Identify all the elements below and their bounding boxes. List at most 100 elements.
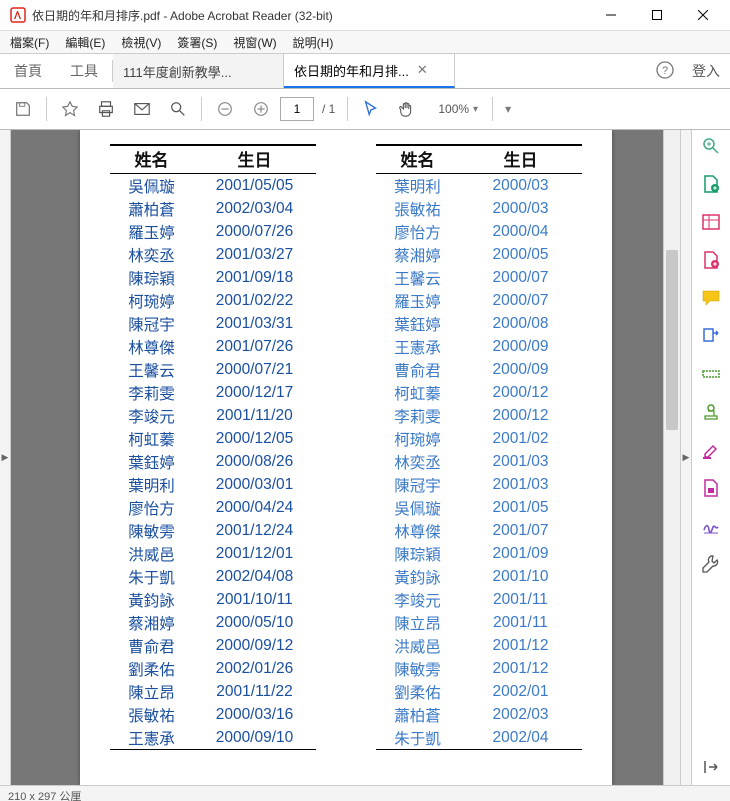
separator [347,97,348,121]
close-button[interactable] [680,0,726,30]
export-icon[interactable] [701,326,721,346]
cell-bday: 2000/09 [460,358,582,381]
more-tools-dropdown[interactable]: ▾ [505,102,511,116]
cell-bday: 2001/11 [460,588,582,611]
table-row: 劉柔佑2002/01/26 [110,657,316,680]
zoom-in-icon[interactable] [244,92,278,126]
cell-bday: 2001/03 [460,473,582,496]
search-plus-icon[interactable] [701,136,721,156]
table-row: 李竣元2001/11/20 [110,404,316,427]
sign-icon[interactable] [701,516,721,536]
left-panel-toggle[interactable]: ▶ [0,130,11,785]
col-name: 姓名 [376,145,460,174]
tab-tools[interactable]: 工具 [56,54,112,88]
table-row: 柯琬婷2001/02/22 [110,289,316,312]
cell-bday: 2000/12/17 [194,381,316,404]
cell-bday: 2002/04 [460,726,582,750]
zoom-level[interactable]: 100% [438,102,469,116]
cell-name: 王憲承 [110,726,194,750]
search-icon[interactable] [161,92,195,126]
table-row: 蕭柏蒼2002/03 [376,703,582,726]
cell-name: 蕭柏蒼 [376,703,460,726]
scrollbar-thumb[interactable] [666,250,678,430]
cell-name: 廖怡方 [376,220,460,243]
menu-bar: 檔案(F) 編輯(E) 檢視(V) 簽署(S) 視窗(W) 說明(H) [0,31,730,54]
cell-bday: 2001/07/26 [194,335,316,358]
cell-name: 葉鈺婷 [376,312,460,335]
table-row: 葉明利2000/03 [376,174,582,198]
document-viewport[interactable]: 姓名 生日 吳佩璇2001/05/05蕭柏蒼2002/03/04羅玉婷2000/… [11,130,680,785]
cell-name: 蔡湘婷 [110,611,194,634]
cell-name: 林尊傑 [376,519,460,542]
cell-bday: 2001/12/24 [194,519,316,542]
menu-view[interactable]: 檢視(V) [117,33,165,52]
table-row: 朱于凱2002/04 [376,726,582,750]
table-row: 陳立昂2001/11 [376,611,582,634]
highlight-icon[interactable] [701,440,721,460]
select-tool-icon[interactable] [354,92,388,126]
doc-tab-1[interactable]: 111年度創新教學... [113,54,284,88]
stamp-icon[interactable] [701,402,721,422]
zoom-dropdown-icon[interactable]: ▾ [473,104,478,115]
more-tools-icon[interactable] [701,554,721,574]
layout-icon[interactable] [701,212,721,232]
cell-bday: 2000/12 [460,404,582,427]
save-file-icon[interactable] [701,478,721,498]
cell-name: 李竣元 [110,404,194,427]
collapse-panel-icon[interactable] [701,757,721,777]
email-icon[interactable] [125,92,159,126]
minimize-button[interactable] [588,0,634,30]
cell-bday: 2001/03/27 [194,243,316,266]
cell-bday: 2001/10/11 [194,588,316,611]
menu-window[interactable]: 視窗(W) [229,33,280,52]
doc-tab-2[interactable]: 依日期的年和月排... ✕ [284,54,455,88]
page-number-input[interactable] [280,97,314,121]
cell-bday: 2000/05 [460,243,582,266]
star-icon[interactable] [53,92,87,126]
cell-name: 曹俞君 [110,634,194,657]
cell-name: 李竣元 [376,588,460,611]
table-row: 王馨云2000/07 [376,266,582,289]
right-panel-toggle[interactable]: ▶ [680,130,691,785]
table-row: 陳冠宇2001/03 [376,473,582,496]
cell-name: 黃鈞詠 [110,588,194,611]
cell-bday: 2001/07 [460,519,582,542]
cell-bday: 2000/08 [460,312,582,335]
cell-name: 陳冠宇 [376,473,460,496]
menu-edit[interactable]: 編輯(E) [61,33,109,52]
cell-bday: 2001/09/18 [194,266,316,289]
cell-name: 廖怡方 [110,496,194,519]
cell-bday: 2000/12/05 [194,427,316,450]
maximize-button[interactable] [634,0,680,30]
menu-file[interactable]: 檔案(F) [6,33,53,52]
menu-help[interactable]: 說明(H) [289,33,338,52]
help-icon[interactable]: ? [656,61,674,82]
zoom-out-icon[interactable] [208,92,242,126]
close-tab-icon[interactable]: ✕ [417,62,428,78]
menu-sign[interactable]: 簽署(S) [173,33,221,52]
tab-home[interactable]: 首頁 [0,54,56,88]
comment-icon[interactable] [701,288,721,308]
cell-bday: 2002/01/26 [194,657,316,680]
cell-bday: 2000/09 [460,335,582,358]
print-icon[interactable] [89,92,123,126]
create-pdf-icon[interactable] [701,174,721,194]
cell-bday: 2001/11 [460,611,582,634]
vertical-scrollbar[interactable] [663,130,680,785]
col-bday: 生日 [460,145,582,174]
hand-tool-icon[interactable] [390,92,424,126]
login-button[interactable]: 登入 [692,61,720,81]
table-row: 林尊傑2001/07 [376,519,582,542]
cell-name: 蔡湘婷 [376,243,460,266]
cell-name: 葉鈺婷 [110,450,194,473]
cell-bday: 2001/02/22 [194,289,316,312]
cell-name: 蕭柏蒼 [110,197,194,220]
cell-name: 王馨云 [376,266,460,289]
edit-pdf-icon[interactable] [701,250,721,270]
table-row: 陳立昂2001/11/22 [110,680,316,703]
doc-tab-1-label: 111年度創新教學... [123,62,232,81]
save-icon[interactable] [6,92,40,126]
cell-name: 葉明利 [376,174,460,198]
measure-icon[interactable] [701,364,721,384]
cell-bday: 2001/12/01 [194,542,316,565]
